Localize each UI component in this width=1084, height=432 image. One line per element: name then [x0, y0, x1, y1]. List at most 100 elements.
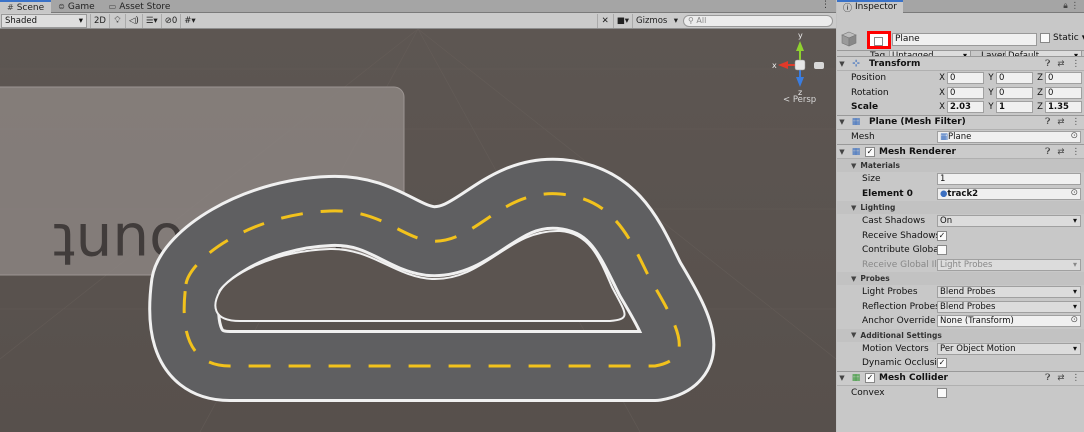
- tab-scene-label: Scene: [16, 2, 45, 13]
- position-y-field[interactable]: 0: [996, 72, 1033, 85]
- position-z-field[interactable]: 0: [1045, 72, 1082, 85]
- presets-icon[interactable]: ⇄: [1057, 373, 1064, 383]
- object-name-field[interactable]: Plane: [892, 33, 1037, 46]
- mesh-collider-title: Mesh Collider: [879, 373, 948, 383]
- additional-settings-header: Additional Settings: [860, 330, 942, 340]
- dynamic-occlusion-checkbox[interactable]: ✓: [937, 358, 947, 369]
- active-checkbox[interactable]: [874, 37, 883, 46]
- convex-checkbox[interactable]: [937, 387, 947, 398]
- grid-toggle[interactable]: #▾: [180, 13, 198, 28]
- foldout-arrow-icon[interactable]: ▼: [837, 374, 847, 382]
- z-axis-label: Z: [1037, 102, 1043, 113]
- gamepad-icon: ⊜: [58, 2, 65, 11]
- search-icon: ⚲: [688, 16, 694, 25]
- probes-foldout[interactable]: ▼ Probes: [837, 272, 1084, 285]
- light-probes-dropdown[interactable]: Blend Probes: [937, 286, 1081, 299]
- kebab-menu-icon[interactable]: ⋮: [1072, 147, 1081, 157]
- rotation-z-field[interactable]: 0: [1045, 86, 1082, 99]
- materials-size-row: Size 1: [837, 172, 1084, 187]
- mesh-filter-component-header[interactable]: ▼ ▦ Plane (Mesh Filter) ❓︎ ⇄ ⋮: [837, 114, 1084, 130]
- help-icon[interactable]: ❓︎: [1045, 373, 1050, 383]
- y-axis-label: y: [798, 31, 803, 40]
- tools-button[interactable]: ✕: [596, 13, 613, 28]
- size-label: Size: [862, 174, 881, 185]
- materials-size-field[interactable]: 1: [937, 173, 1081, 186]
- additional-settings-foldout[interactable]: ▼ Additional Settings: [837, 328, 1084, 342]
- static-toggle[interactable]: Static ▾: [1040, 33, 1084, 43]
- tab-scene[interactable]: # Scene: [0, 0, 52, 13]
- mesh-value: Plane: [948, 131, 972, 142]
- mode-2d-button[interactable]: 2D: [90, 13, 109, 28]
- transform-component-header[interactable]: ▼ ⊹ Transform ❓︎ ⇄ ⋮: [837, 56, 1084, 71]
- mesh-renderer-enabled-checkbox[interactable]: ✓: [865, 146, 875, 157]
- scene-search-input[interactable]: ⚲ All: [683, 14, 833, 27]
- cast-shadows-dropdown[interactable]: On: [937, 215, 1081, 228]
- component-actions: ❓︎ ⇄ ⋮: [1045, 117, 1080, 127]
- scale-z-field[interactable]: 1.35: [1045, 101, 1082, 114]
- mesh-object-field[interactable]: ▦Plane: [937, 130, 1081, 143]
- materials-header: Materials: [860, 161, 900, 170]
- kebab-menu-icon[interactable]: ⋮: [1072, 117, 1081, 127]
- active-toggle-highlighted[interactable]: [867, 31, 891, 49]
- presets-icon[interactable]: ⇄: [1057, 59, 1064, 69]
- foldout-arrow-icon[interactable]: ▼: [837, 148, 847, 156]
- kebab-menu-icon[interactable]: ⋮: [1072, 59, 1081, 69]
- anchor-override-value: None (Transform): [940, 316, 1014, 327]
- tab-inspector[interactable]: ⓘ Inspector: [837, 0, 903, 14]
- contribute-gi-label: Contribute Global I: [862, 245, 947, 256]
- shading-mode-dropdown[interactable]: Shaded ▾: [1, 13, 87, 28]
- help-icon[interactable]: ❓︎: [1045, 147, 1050, 157]
- mesh-collider-component-header[interactable]: ▼ ▦ ✓ Mesh Collider ❓︎ ⇄ ⋮: [837, 370, 1084, 386]
- position-x-field[interactable]: 0: [947, 72, 984, 85]
- help-icon[interactable]: ❓︎: [1045, 117, 1050, 127]
- static-checkbox[interactable]: [1040, 33, 1050, 43]
- rotation-x-field[interactable]: 0: [947, 86, 984, 99]
- lock-icon[interactable]: 🔒︎: [1063, 1, 1068, 11]
- race-track: [148, 157, 716, 402]
- mesh-collider-enabled-checkbox[interactable]: ✓: [865, 373, 875, 383]
- scene-viewport[interactable]: Log Count x y z < Persp: [0, 29, 836, 432]
- anchor-override-field[interactable]: None (Transform): [937, 315, 1081, 328]
- kebab-menu-icon[interactable]: ⋮: [1072, 373, 1081, 383]
- mode-2d-label: 2D: [94, 15, 106, 26]
- scale-y-field[interactable]: 1: [996, 101, 1033, 114]
- foldout-arrow-icon: ▼: [851, 161, 857, 170]
- tab-inspector-label: Inspector: [855, 2, 897, 12]
- camera-dropdown[interactable]: ■▾: [612, 13, 632, 28]
- perspective-label[interactable]: < Persp: [783, 95, 816, 105]
- hidden-objects-toggle[interactable]: ⊘ 0: [160, 13, 181, 28]
- receive-shadows-checkbox[interactable]: ✓: [937, 230, 947, 241]
- scale-x-field[interactable]: 2.03: [947, 101, 984, 114]
- inspector-tabbar: ⓘ Inspector 🔒︎ ⋮: [837, 0, 1084, 14]
- scene-toolbar: Shaded ▾ 2D 💡︎ ◁) ☰▾ ⊘ 0 #▾ ✕ ■▾ Gizmos …: [0, 13, 836, 29]
- cast-shadows-value: On: [940, 216, 953, 227]
- search-placeholder: All: [696, 16, 707, 25]
- gizmos-dropdown[interactable]: Gizmos ▾: [632, 13, 680, 28]
- kebab-menu-icon[interactable]: ⋮: [815, 0, 836, 12]
- kebab-menu-icon[interactable]: ⋮: [1071, 1, 1080, 11]
- rotation-y-field[interactable]: 0: [996, 86, 1033, 99]
- foldout-arrow-icon[interactable]: ▼: [837, 118, 847, 126]
- audio-toggle[interactable]: ◁): [124, 13, 142, 28]
- lighting-foldout[interactable]: ▼ Lighting: [837, 201, 1084, 214]
- anchor-override-label: Anchor Override: [862, 316, 936, 327]
- motion-vectors-dropdown[interactable]: Per Object Motion: [937, 342, 1081, 355]
- camera-icon: ■▾: [616, 15, 629, 26]
- contribute-gi-checkbox[interactable]: [937, 245, 947, 256]
- rotation-label: Rotation: [851, 87, 889, 98]
- foldout-arrow-icon[interactable]: ▼: [837, 60, 847, 68]
- tab-asset-store[interactable]: ▭ Asset Store: [102, 0, 178, 13]
- materials-foldout[interactable]: ▼ Materials: [837, 159, 1084, 172]
- mesh-icon: ▦: [940, 131, 949, 142]
- presets-icon[interactable]: ⇄: [1057, 147, 1064, 157]
- mesh-renderer-component-header[interactable]: ▼ ▦ ✓ Mesh Renderer ❓︎ ⇄ ⋮: [837, 144, 1084, 159]
- tab-game[interactable]: ⊜ Game: [51, 0, 102, 13]
- reflection-probes-value: Blend Probes: [940, 301, 996, 312]
- receive-gi-dropdown: Light Probes: [937, 258, 1081, 271]
- lighting-toggle[interactable]: 💡︎: [108, 13, 125, 28]
- reflection-probes-dropdown[interactable]: Blend Probes: [937, 300, 1081, 313]
- effects-dropdown[interactable]: ☰▾: [141, 13, 161, 28]
- element0-object-field[interactable]: ●track2: [937, 187, 1081, 200]
- presets-icon[interactable]: ⇄: [1057, 117, 1064, 127]
- help-icon[interactable]: ❓︎: [1045, 59, 1050, 69]
